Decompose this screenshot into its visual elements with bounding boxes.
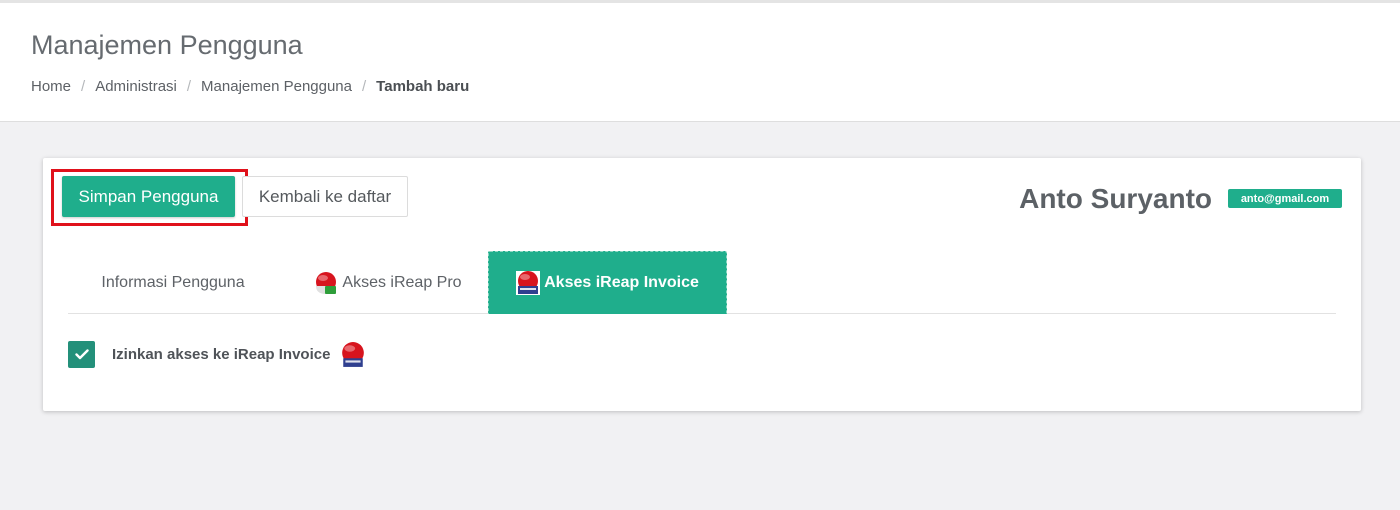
tab-label: Informasi Pengguna xyxy=(101,274,245,291)
page-header: Manajemen Pengguna Home / Administrasi /… xyxy=(0,0,1400,122)
tab-informasi-pengguna[interactable]: Informasi Pengguna xyxy=(68,252,278,314)
breadcrumb-separator: / xyxy=(81,78,86,95)
allow-invoice-checkbox[interactable] xyxy=(68,341,95,368)
save-user-button[interactable]: Simpan Pengguna xyxy=(62,176,235,217)
ireap-pro-icon xyxy=(316,272,337,294)
user-name: Anto Suryanto xyxy=(1019,183,1212,214)
tab-bar: Informasi Pengguna Akses iReap Pro Akses… xyxy=(68,251,1336,314)
breadcrumb-current: Tambah baru xyxy=(376,78,470,95)
tab-label: Akses iReap Invoice xyxy=(544,274,699,291)
tab-akses-ireap-invoice[interactable]: Akses iReap Invoice xyxy=(488,251,727,314)
back-to-list-button[interactable]: Kembali ke daftar xyxy=(242,176,408,217)
page-title: Manajemen Pengguna xyxy=(31,30,303,60)
ireap-invoice-icon xyxy=(342,341,365,367)
user-form-card: Simpan Pengguna Kembali ke daftar Anto S… xyxy=(43,158,1361,411)
tab-label: Akses iReap Pro xyxy=(342,274,462,291)
breadcrumb-separator: / xyxy=(186,78,192,95)
checkmark-icon xyxy=(74,349,89,360)
breadcrumb-manajemen-pengguna[interactable]: Manajemen Pengguna xyxy=(201,78,352,95)
breadcrumb-administrasi[interactable]: Administrasi xyxy=(95,78,177,95)
permission-label: Izinkan akses ke iReap Invoice xyxy=(112,346,331,363)
user-email-badge: anto@gmail.com xyxy=(1228,189,1342,208)
breadcrumb-home[interactable]: Home xyxy=(31,78,71,95)
permission-row: Izinkan akses ke iReap Invoice xyxy=(68,341,366,368)
breadcrumb-separator: / xyxy=(362,78,367,95)
ireap-invoice-icon xyxy=(516,271,541,295)
breadcrumb: Home / Administrasi / Manajemen Pengguna… xyxy=(31,78,469,95)
tab-akses-ireap-pro[interactable]: Akses iReap Pro xyxy=(293,252,483,314)
